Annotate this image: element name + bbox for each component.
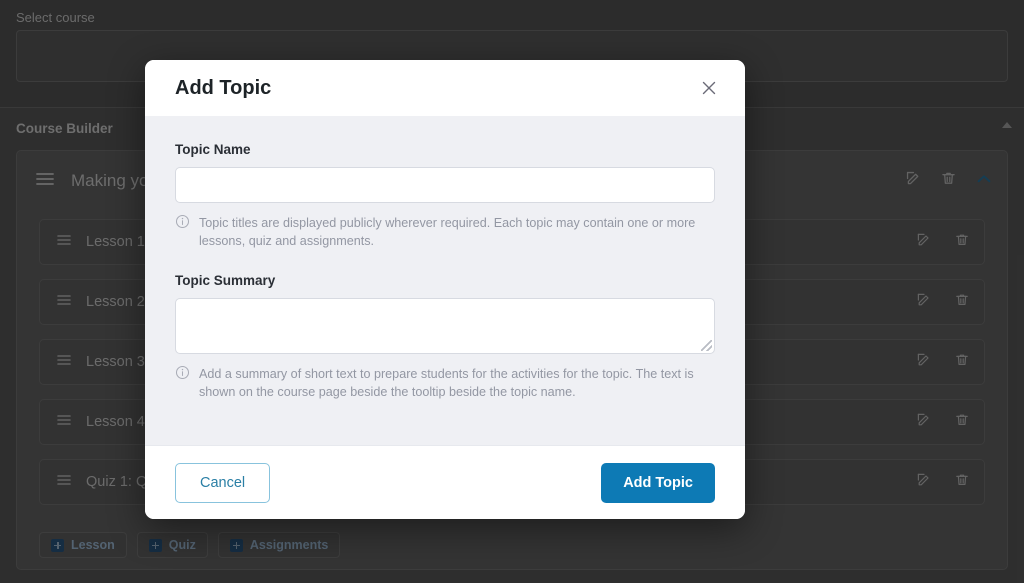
topic-name-field-block: Topic Name Topic titles are displayed pu… [175, 142, 715, 251]
topic-summary-label: Topic Summary [175, 272, 276, 288]
info-circle-icon [175, 365, 190, 402]
add-topic-modal: Add Topic Topic Name Topic titles are di… [145, 60, 745, 519]
topic-summary-textarea[interactable] [175, 297, 715, 354]
modal-footer: Cancel Add Topic [145, 445, 745, 519]
modal-title: Add Topic [175, 76, 272, 99]
modal-header: Add Topic [145, 60, 745, 116]
topic-summary-field-block: Topic Summary Add a summary of short tex… [175, 273, 715, 402]
info-circle-icon [175, 214, 190, 251]
topic-name-help: Topic titles are displayed publicly wher… [175, 214, 715, 251]
topic-summary-help: Add a summary of short text to prepare s… [175, 365, 715, 402]
modal-body: Topic Name Topic titles are displayed pu… [145, 116, 745, 445]
close-x-icon[interactable] [695, 74, 723, 102]
cancel-button[interactable]: Cancel [175, 462, 271, 503]
topic-summary-wrap [175, 297, 715, 354]
topic-name-help-text: Topic titles are displayed publicly wher… [199, 216, 696, 249]
topic-summary-help-text: Add a summary of short text to prepare s… [199, 366, 694, 399]
add-topic-button[interactable]: Add Topic [601, 462, 715, 503]
topic-name-label: Topic Name [175, 142, 251, 157]
topic-name-input[interactable] [175, 167, 715, 203]
